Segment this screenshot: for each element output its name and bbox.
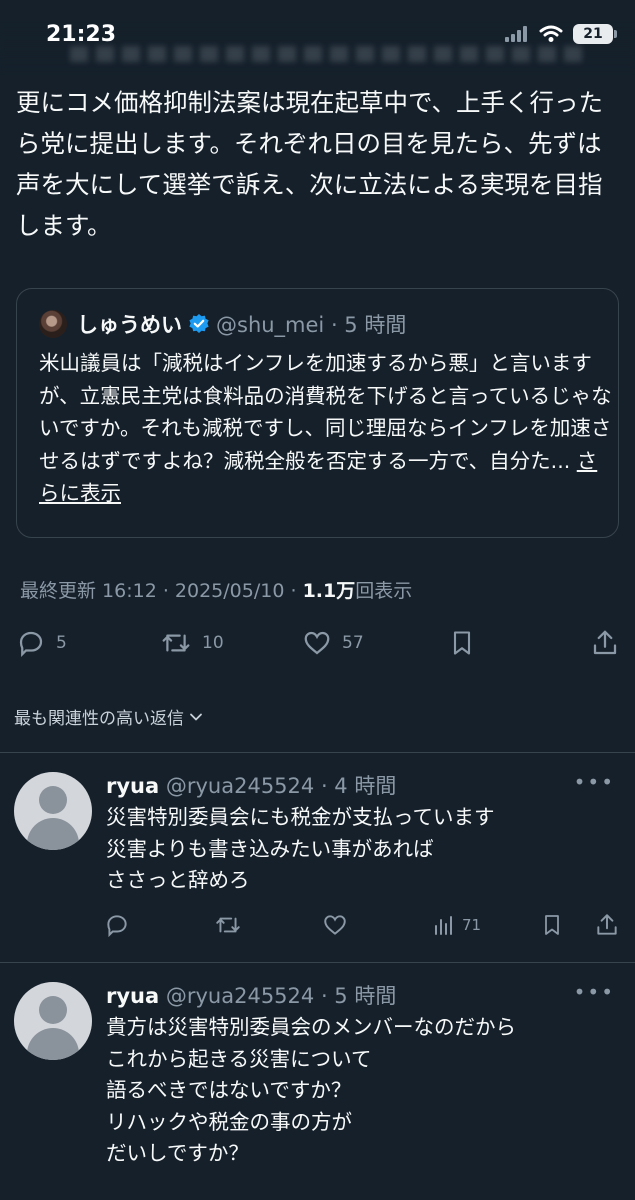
quoted-tweet[interactable]: しゅうめい @shu_mei · 5 時間 米山議員は「減税はインフレを加速する… (16, 288, 619, 538)
retweet-button[interactable]: 10 (160, 628, 224, 658)
like-button[interactable]: 57 (302, 628, 364, 658)
bookmark-icon (448, 628, 476, 658)
reply-text: 災害特別委員会にも税金が支払っています 災害よりも書き込みたい事があれば ささっ… (106, 805, 495, 892)
heart-icon (302, 628, 332, 658)
more-options-icon[interactable]: ••• (574, 980, 615, 1004)
share-button[interactable] (594, 912, 620, 938)
reply-header: ryua @ryua245524 · 4 時間 (106, 770, 396, 800)
reply-header: ryua @ryua245524 · 5 時間 (106, 980, 396, 1010)
reply-item[interactable]: ryua @ryua245524 · 4 時間 ••• 災害特別委員会にも税金が… (0, 752, 635, 960)
like-count: 57 (342, 633, 364, 653)
tweet-meta: 最終更新 16:12 · 2025/05/10 · 1.1万回表示 (20, 580, 413, 602)
reply-author-handle: @ryua245524 · 5 時間 (165, 984, 397, 1008)
quoted-author-handle: @shu_mei · 5 時間 (216, 313, 407, 337)
quoted-tweet-header: しゅうめい @shu_mei · 5 時間 (39, 309, 406, 339)
retweet-icon (160, 628, 192, 658)
quoted-tweet-body: 米山議員は「減税はインフレを加速するから悪」と言いますが、立憲民主党は食料品の消… (39, 351, 612, 473)
reply-author-name[interactable]: ryua (106, 774, 159, 798)
reply-button[interactable]: 5 (16, 628, 67, 658)
reply-item[interactable]: ryua @ryua245524 · 5 時間 ••• 貴方は災害特別委員会のメ… (0, 962, 635, 1200)
tweet-action-bar: 5 10 57 (0, 628, 635, 668)
bookmark-button[interactable] (448, 628, 476, 658)
reply-icon (16, 628, 46, 658)
more-options-icon[interactable]: ••• (574, 770, 615, 794)
battery-icon: 21 (573, 24, 617, 44)
reply-sort-selector[interactable]: 最も関連性の高い返信 (14, 704, 204, 729)
reply-author-handle: @ryua245524 · 4 時間 (165, 774, 397, 798)
tweet-timestamp[interactable]: 最終更新 16:12 · 2025/05/10 (20, 580, 284, 602)
signal-icon (505, 26, 529, 42)
retweet-icon (214, 912, 242, 938)
views-button[interactable]: 71 (432, 912, 481, 938)
reply-action-bar: 71 (0, 912, 635, 942)
views-count: 71 (462, 916, 482, 934)
view-count: 1.1万 (302, 580, 356, 602)
avatar[interactable] (14, 982, 92, 1060)
view-label: 回表示 (355, 580, 413, 602)
retweet-count: 10 (202, 633, 224, 653)
wifi-icon (539, 25, 563, 43)
reply-sort-label: 最も関連性の高い返信 (14, 709, 184, 729)
status-bar: 21:23 21 (0, 0, 635, 70)
bookmark-icon (540, 912, 564, 938)
quoted-author-name[interactable]: しゅうめい (77, 309, 182, 339)
reply-author-name[interactable]: ryua (106, 984, 159, 1008)
reply-icon (104, 912, 130, 938)
share-icon (594, 912, 620, 938)
avatar[interactable] (39, 310, 67, 338)
analytics-icon (432, 912, 456, 938)
verified-badge-icon (188, 313, 210, 335)
share-icon (590, 628, 620, 658)
bookmark-button[interactable] (540, 912, 564, 938)
reply-button[interactable] (104, 912, 130, 938)
status-time: 21:23 (46, 22, 117, 47)
quoted-tweet-text: 米山議員は「減税はインフレを加速するから悪」と言いますが、立憲民主党は食料品の消… (39, 347, 614, 510)
reply-count: 5 (56, 633, 67, 653)
tweet-text: 更にコメ価格抑制法案は現在起草中で、上手く行ったら党に提出します。それぞれ日の目… (16, 88, 604, 240)
like-button[interactable] (322, 912, 348, 938)
heart-icon (322, 912, 348, 938)
battery-level: 21 (583, 26, 603, 42)
reply-text: 貴方は災害特別委員会のメンバーなのだから これから起きる災害について 語るべきで… (106, 1015, 516, 1165)
avatar[interactable] (14, 772, 92, 850)
chevron-down-icon (188, 709, 204, 725)
app-screen: 21:23 21 更にコメ価格抑制法案は現在起草中で、上手く行ったら党に提出しま… (0, 0, 635, 1200)
retweet-button[interactable] (214, 912, 242, 938)
share-button[interactable] (590, 628, 620, 658)
